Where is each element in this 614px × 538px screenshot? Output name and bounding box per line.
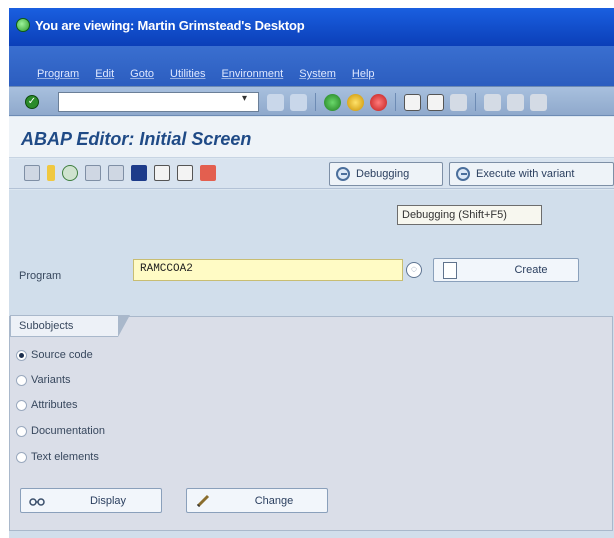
radio-button[interactable] [16,425,27,437]
execute-icon [456,167,470,181]
menu-edit[interactable]: Edit [95,68,114,80]
syntax-check-icon[interactable] [62,165,78,181]
title-area: ABAP Editor: Initial Screen [9,117,614,158]
menu-environment[interactable]: Environment [221,68,283,80]
tooltip: Debugging (Shift+F5) [397,205,542,225]
activate-icon[interactable] [85,165,101,181]
menu-program[interactable]: Program [37,68,79,80]
find-next-icon[interactable] [450,93,467,111]
title-bar: You are viewing: Martin Grimstead's Desk… [9,8,614,46]
radio-attributes[interactable]: Attributes [16,399,77,411]
glasses-icon [29,498,45,506]
application-toolbar: Debugging Execute with variant [9,159,614,189]
exit-icon[interactable] [347,93,364,111]
command-history-icon[interactable]: ▾ [242,93,256,109]
pencil-icon [196,494,210,508]
cancel-icon[interactable] [370,93,387,111]
program-label: Program [19,270,62,282]
print-icon[interactable] [404,93,421,111]
radio-text-elements[interactable]: Text elements [16,451,99,463]
back-icon[interactable] [324,93,341,111]
radio-label: Source code [31,349,93,361]
debugging-button-label: Debugging [356,168,410,180]
first-page-icon[interactable] [484,93,501,111]
radio-button[interactable] [16,374,27,386]
menu-goto[interactable]: Goto [130,68,154,80]
rename-icon[interactable] [177,165,193,181]
program-input[interactable]: RAMCCOA2 [133,259,403,281]
where-used-icon[interactable] [108,165,124,181]
save-icon[interactable] [290,93,307,111]
value-help-icon[interactable]: ◌ [406,262,422,278]
other-object-icon[interactable] [24,165,40,181]
debugging-button[interactable]: Debugging [329,162,443,186]
radio-label: Text elements [31,451,99,463]
subobjects-tab: Subobjects [10,315,130,337]
menu-system[interactable]: System [299,68,336,80]
enter-check-icon[interactable]: ✓ [25,95,39,109]
subobjects-title: Subobjects [19,320,74,332]
execute-with-variant-label: Execute with variant [476,168,575,180]
menu-help[interactable]: Help [352,68,375,80]
create-button[interactable]: Create [433,258,579,282]
radio-button-selected[interactable] [16,349,27,361]
standard-toolbar: ✓ ▾ [9,86,614,116]
command-field[interactable] [58,92,259,112]
radio-label: Variants [31,374,71,386]
radio-variants[interactable]: Variants [16,374,71,386]
window-title: You are viewing: Martin Grimstead's Desk… [35,18,305,33]
previous-page-icon[interactable] [507,93,524,111]
check-icon[interactable] [47,165,55,181]
radio-label: Documentation [31,425,105,437]
create-button-label: Create [514,264,548,276]
execute-with-variant-button[interactable]: Execute with variant [449,162,614,186]
execute-icon [336,167,350,181]
page-title: ABAP Editor: Initial Screen [21,129,252,149]
subobjects-group: Subobjects Source code Variants Attribut… [9,315,613,531]
change-button[interactable]: Change [186,488,328,513]
menu-utilities[interactable]: Utilities [170,68,205,80]
next-page-icon[interactable] [530,93,547,111]
undo-icon[interactable] [267,93,284,111]
delete-icon[interactable] [200,165,216,181]
remote-desktop-icon [16,18,30,32]
display-button-label: Display [89,495,127,507]
info-icon[interactable] [131,165,147,181]
radio-button[interactable] [16,451,27,463]
sap-gui-window: You are viewing: Martin Grimstead's Desk… [9,8,614,538]
copy-icon[interactable] [154,165,170,181]
menu-bar: Program Edit Goto Utilities Environment … [9,46,614,91]
radio-source-code[interactable]: Source code [16,349,93,361]
find-icon[interactable] [427,93,444,111]
display-button[interactable]: Display [20,488,162,513]
radio-documentation[interactable]: Documentation [16,425,105,437]
document-icon [443,262,457,279]
radio-button[interactable] [16,399,27,411]
radio-label: Attributes [31,399,78,411]
change-button-label: Change [254,495,294,507]
